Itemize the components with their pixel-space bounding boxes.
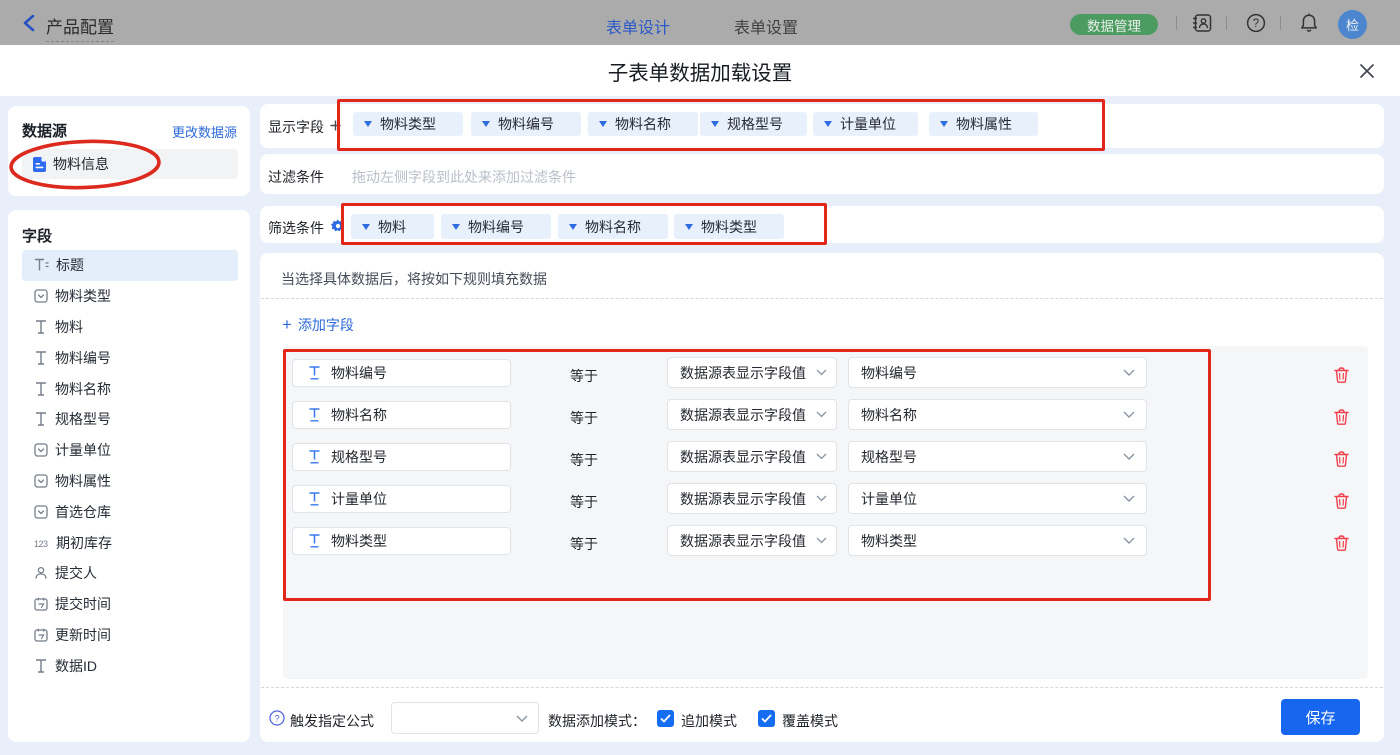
svg-text:?: ? [1253, 18, 1259, 30]
svg-text:123: 123 [34, 539, 48, 549]
svg-text:?: ? [274, 714, 279, 725]
